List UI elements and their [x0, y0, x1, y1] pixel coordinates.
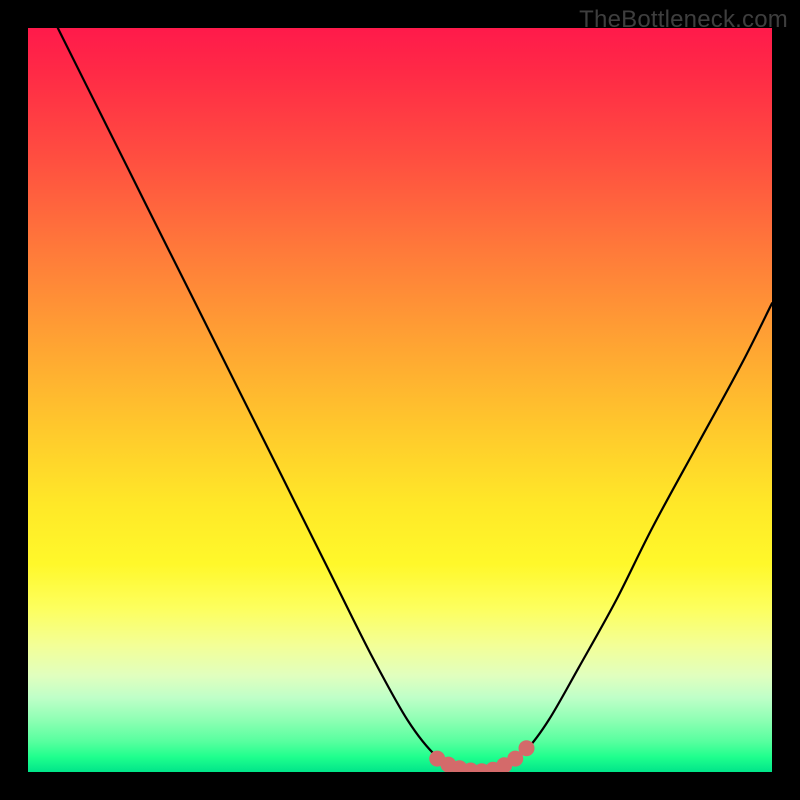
optimal-marker-dot: [519, 740, 535, 756]
bottleneck-curve: [58, 28, 772, 772]
watermark-text: TheBottleneck.com: [579, 6, 788, 34]
chart-svg: [28, 28, 772, 772]
optimal-range-markers: [429, 740, 534, 772]
chart-frame: TheBottleneck.com: [0, 0, 800, 800]
plot-area: [28, 28, 772, 772]
